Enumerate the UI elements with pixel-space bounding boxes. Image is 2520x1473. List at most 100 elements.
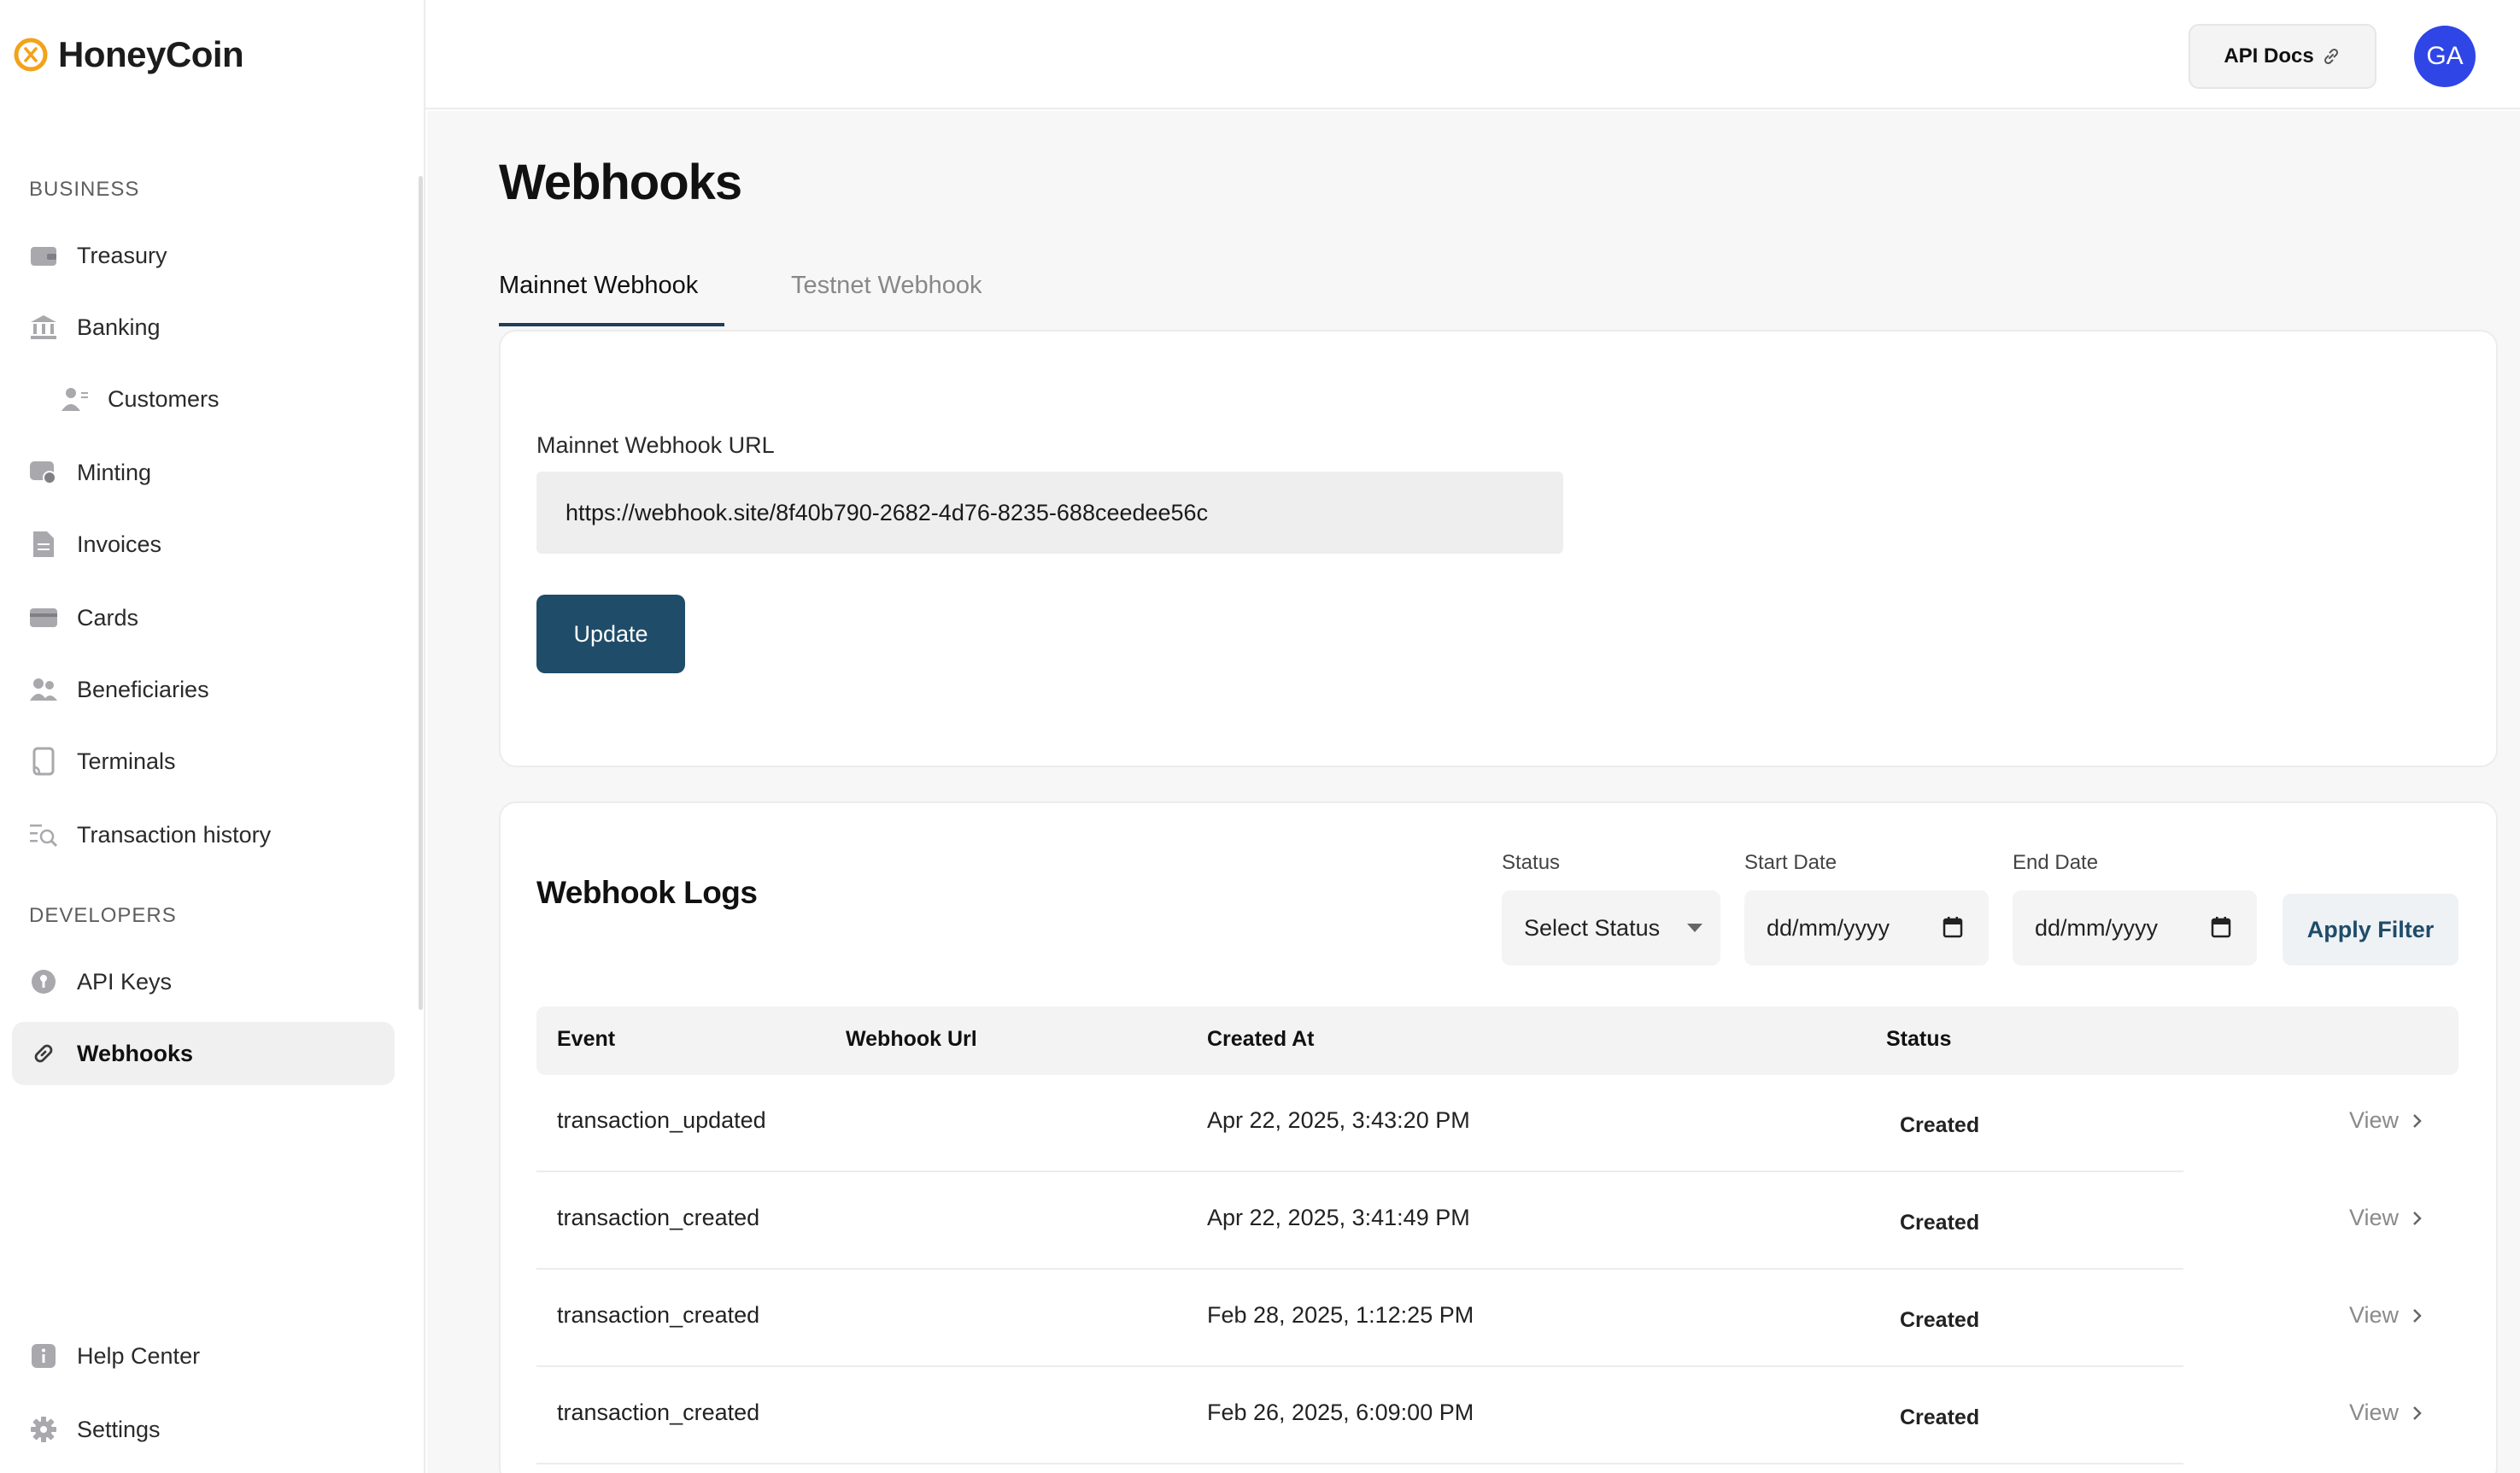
card-icon bbox=[29, 603, 58, 632]
sidebar-item-label: Terminals bbox=[77, 748, 176, 774]
api-docs-label: API Docs bbox=[2224, 44, 2314, 67]
tab-testnet-webhook[interactable]: Testnet Webhook bbox=[791, 272, 982, 300]
end-date-label: End Date bbox=[2013, 851, 2099, 874]
active-tab-indicator bbox=[499, 323, 724, 326]
event-cell: transaction_created bbox=[557, 1400, 760, 1425]
sidebar-item-label: Beneficiaries bbox=[77, 676, 209, 702]
end-date-placeholder: dd/mm/yyyy bbox=[2035, 914, 2159, 941]
external-link-icon bbox=[2324, 48, 2338, 65]
sidebar-item-label: Treasury bbox=[77, 242, 167, 268]
webhook-url-label: Mainnet Webhook URL bbox=[536, 432, 775, 458]
sidebar: HoneyCoin BUSINESS Treasury Banking Cust… bbox=[0, 0, 425, 1473]
wallet-icon bbox=[29, 241, 58, 270]
column-header-event: Event bbox=[557, 1027, 616, 1051]
view-log-link[interactable]: View bbox=[2349, 1205, 2423, 1231]
sidebar-scrollbar[interactable] bbox=[419, 176, 423, 1010]
start-date-input[interactable]: dd/mm/yyyy bbox=[1744, 890, 1989, 965]
minting-icon bbox=[29, 458, 58, 487]
status-badge: Created bbox=[1900, 1211, 1980, 1235]
section-heading-developers: DEVELOPERS bbox=[29, 904, 177, 927]
apply-filter-button[interactable]: Apply Filter bbox=[2283, 894, 2458, 965]
sidebar-item-beneficiaries[interactable]: Beneficiaries bbox=[12, 658, 395, 721]
bank-icon bbox=[29, 313, 58, 342]
view-log-link[interactable]: View bbox=[2349, 1107, 2423, 1134]
sidebar-item-cards[interactable]: Cards bbox=[12, 586, 395, 649]
status-badge: Created bbox=[1900, 1308, 1980, 1332]
view-log-link[interactable]: View bbox=[2349, 1302, 2423, 1329]
sidebar-item-invoices[interactable]: Invoices bbox=[12, 513, 395, 576]
sidebar-item-label: Customers bbox=[108, 385, 220, 412]
start-date-label: Start Date bbox=[1744, 851, 1837, 874]
table-header bbox=[536, 1006, 2458, 1075]
invoice-icon bbox=[29, 530, 58, 559]
event-cell: transaction_created bbox=[557, 1205, 760, 1230]
webhook-url-input[interactable] bbox=[536, 472, 1563, 554]
status-filter-label: Status bbox=[1502, 851, 1561, 874]
end-date-input[interactable]: dd/mm/yyyy bbox=[2013, 890, 2257, 965]
view-label: View bbox=[2349, 1400, 2400, 1425]
sidebar-item-banking[interactable]: Banking bbox=[12, 296, 395, 359]
chevron-down-icon bbox=[1687, 924, 1702, 932]
sidebar-item-label: API Keys bbox=[77, 968, 173, 995]
sidebar-item-settings[interactable]: Settings bbox=[12, 1398, 395, 1461]
table-row bbox=[536, 1270, 2458, 1367]
calendar-icon bbox=[2211, 917, 2231, 938]
event-cell: transaction_created bbox=[557, 1302, 760, 1328]
created-at-cell: Apr 22, 2025, 3:43:20 PM bbox=[1207, 1107, 1470, 1133]
sidebar-item-label: Minting bbox=[77, 459, 152, 485]
column-header-webhook-url: Webhook Url bbox=[846, 1027, 977, 1051]
table-row bbox=[536, 1172, 2458, 1270]
sidebar-item-api-keys[interactable]: API Keys bbox=[12, 950, 395, 1013]
user-avatar[interactable]: GA bbox=[2414, 26, 2476, 87]
created-at-cell: Apr 22, 2025, 3:41:49 PM bbox=[1207, 1205, 1470, 1230]
status-badge: Created bbox=[1900, 1113, 1980, 1137]
chevron-right-icon bbox=[2413, 1308, 2422, 1323]
created-at-cell: Feb 28, 2025, 1:12:25 PM bbox=[1207, 1302, 1474, 1328]
sidebar-item-transaction-history[interactable]: Transaction history bbox=[12, 803, 395, 866]
section-heading-business: BUSINESS bbox=[29, 178, 140, 201]
column-header-status: Status bbox=[1886, 1027, 1952, 1051]
view-label: View bbox=[2349, 1205, 2400, 1230]
view-label: View bbox=[2349, 1302, 2400, 1328]
chevron-right-icon bbox=[2413, 1211, 2422, 1225]
row-divider bbox=[536, 1463, 2183, 1464]
sidebar-item-label: Cards bbox=[77, 604, 139, 631]
sidebar-item-webhooks[interactable]: Webhooks bbox=[12, 1022, 395, 1085]
chevron-right-icon bbox=[2413, 1113, 2422, 1128]
view-label: View bbox=[2349, 1107, 2400, 1133]
event-cell: transaction_updated bbox=[557, 1107, 766, 1133]
status-badge: Created bbox=[1900, 1406, 1980, 1429]
created-at-cell: Feb 26, 2025, 6:09:00 PM bbox=[1207, 1400, 1474, 1425]
webhook-logs-title: Webhook Logs bbox=[536, 875, 758, 910]
customers-icon bbox=[60, 384, 89, 414]
gear-icon bbox=[29, 1415, 58, 1444]
table-row bbox=[536, 1075, 2458, 1172]
sidebar-item-label: Settings bbox=[77, 1416, 161, 1442]
sidebar-item-label: Invoices bbox=[77, 531, 162, 557]
honeycoin-logo-icon bbox=[14, 38, 48, 72]
sidebar-item-label: Banking bbox=[77, 314, 161, 340]
column-header-created-at: Created At bbox=[1207, 1027, 1315, 1051]
calendar-icon bbox=[1943, 917, 1963, 938]
status-select[interactable]: Select Status bbox=[1502, 890, 1720, 965]
status-select-value: Select Status bbox=[1524, 914, 1661, 941]
view-log-link[interactable]: View bbox=[2349, 1400, 2423, 1426]
chevron-right-icon bbox=[2413, 1406, 2422, 1420]
key-icon bbox=[29, 967, 58, 996]
link-icon bbox=[29, 1039, 58, 1068]
history-search-icon bbox=[29, 820, 58, 849]
sidebar-item-terminals[interactable]: Terminals bbox=[12, 730, 395, 793]
terminal-icon bbox=[29, 747, 58, 776]
sidebar-item-minting[interactable]: Minting bbox=[12, 441, 395, 504]
users-icon bbox=[29, 675, 58, 704]
sidebar-item-help-center[interactable]: Help Center bbox=[12, 1324, 395, 1388]
start-date-placeholder: dd/mm/yyyy bbox=[1767, 914, 1890, 941]
sidebar-item-label: Webhooks bbox=[77, 1040, 194, 1066]
sidebar-item-treasury[interactable]: Treasury bbox=[12, 224, 395, 287]
update-button[interactable]: Update bbox=[536, 595, 685, 673]
api-docs-button[interactable]: API Docs bbox=[2189, 24, 2376, 89]
sidebar-item-customers[interactable]: Customers bbox=[12, 367, 395, 431]
brand-logo[interactable]: HoneyCoin bbox=[12, 34, 244, 75]
table-row bbox=[536, 1367, 2458, 1464]
tab-mainnet-webhook[interactable]: Mainnet Webhook bbox=[499, 272, 698, 300]
